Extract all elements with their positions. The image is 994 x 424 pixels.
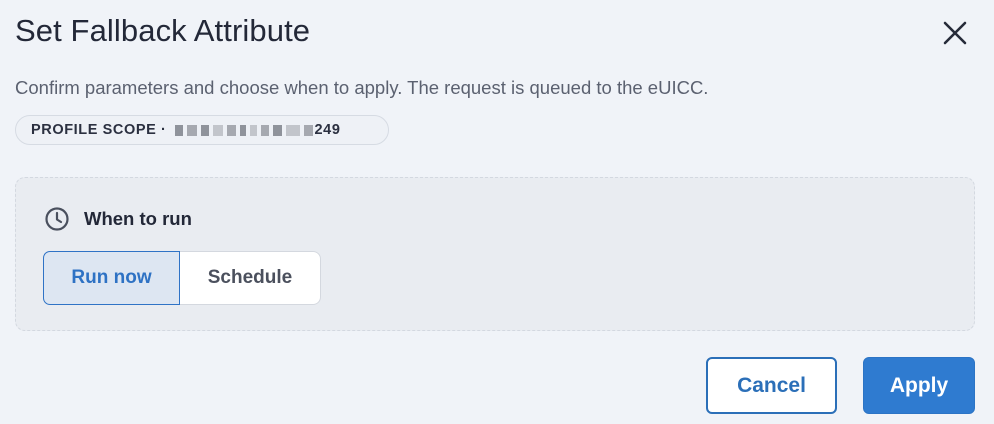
close-button[interactable] (936, 14, 974, 52)
set-fallback-attribute-dialog: Set Fallback Attribute Confirm parameter… (0, 0, 994, 424)
dialog-title: Set Fallback Attribute (15, 13, 311, 48)
profile-scope-label: PROFILE SCOPE · (31, 122, 167, 138)
run-now-option[interactable]: Run now (43, 251, 180, 305)
cancel-button[interactable]: Cancel (706, 357, 837, 414)
close-icon (943, 21, 967, 45)
profile-scope-badge: PROFILE SCOPE · 249 (15, 115, 389, 145)
dialog-subtitle: Confirm parameters and choose when to ap… (15, 77, 709, 98)
apply-button[interactable]: Apply (863, 357, 975, 414)
run-mode-toggle: Run now Schedule (43, 251, 321, 305)
profile-scope-suffix: 249 (314, 122, 341, 138)
redacted-iccid (174, 124, 313, 136)
schedule-option[interactable]: Schedule (180, 252, 320, 304)
when-to-run-header: When to run (44, 206, 192, 232)
when-to-run-title: When to run (84, 208, 192, 229)
when-to-run-panel: When to run Run now Schedule (15, 177, 975, 331)
clock-icon (45, 207, 69, 231)
